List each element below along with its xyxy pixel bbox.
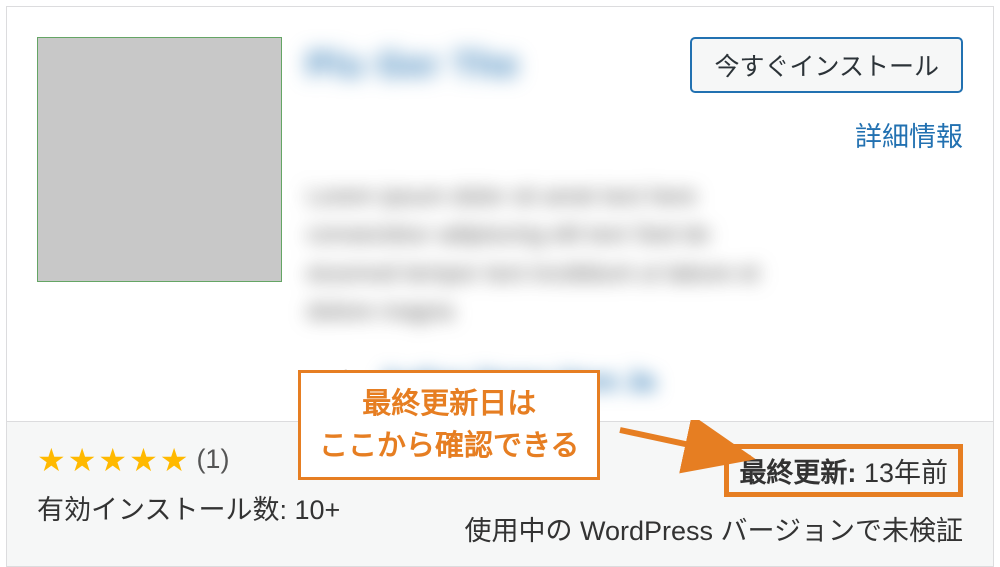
rating-row: ★ ★ ★ ★ ★ (1): [37, 444, 340, 476]
rating-count: (1): [196, 444, 229, 475]
active-installs: 有効インストール数: 10+: [37, 488, 340, 527]
plugin-card-top: Plu Ger The 今すぐインストール 詳細情報 Lorem ipsum d…: [7, 7, 993, 421]
compatibility-text: 使用中の WordPress バージョンで未検証: [465, 509, 964, 548]
plugin-title[interactable]: Plu Ger The: [307, 45, 520, 86]
plugin-actions: 今すぐインストール 詳細情報: [690, 37, 963, 154]
last-updated-value: 13年前: [864, 458, 948, 488]
plugin-description: Lorem ipsum dolor sit amet text here con…: [307, 178, 787, 332]
star-icon: ★: [37, 444, 66, 476]
plugin-title-row: Plu Ger The 今すぐインストール 詳細情報: [307, 37, 963, 154]
install-now-button[interactable]: 今すぐインストール: [690, 37, 963, 93]
star-icon: ★: [129, 444, 158, 476]
active-installs-value: 10+: [294, 495, 340, 525]
star-icon: ★: [68, 444, 97, 476]
active-installs-label: 有効インストール数:: [37, 495, 287, 525]
plugin-card: Plu Ger The 今すぐインストール 詳細情報 Lorem ipsum d…: [6, 6, 994, 567]
annotation-callout: 最終更新日は ここから確認できる: [298, 370, 600, 480]
annotation-line2: ここから確認できる: [319, 425, 579, 467]
bottom-left: ★ ★ ★ ★ ★ (1) 有効インストール数: 10+: [37, 444, 340, 527]
star-icon: ★: [160, 444, 189, 476]
plugin-content: Plu Ger The 今すぐインストール 詳細情報 Lorem ipsum d…: [282, 37, 963, 401]
details-link[interactable]: 詳細情報: [855, 115, 963, 154]
plugin-thumbnail: [37, 37, 282, 282]
star-icon: ★: [98, 444, 127, 476]
star-rating: ★ ★ ★ ★ ★: [37, 444, 188, 476]
annotation-arrow-icon: [615, 420, 765, 480]
annotation-line1: 最終更新日は: [319, 383, 579, 425]
